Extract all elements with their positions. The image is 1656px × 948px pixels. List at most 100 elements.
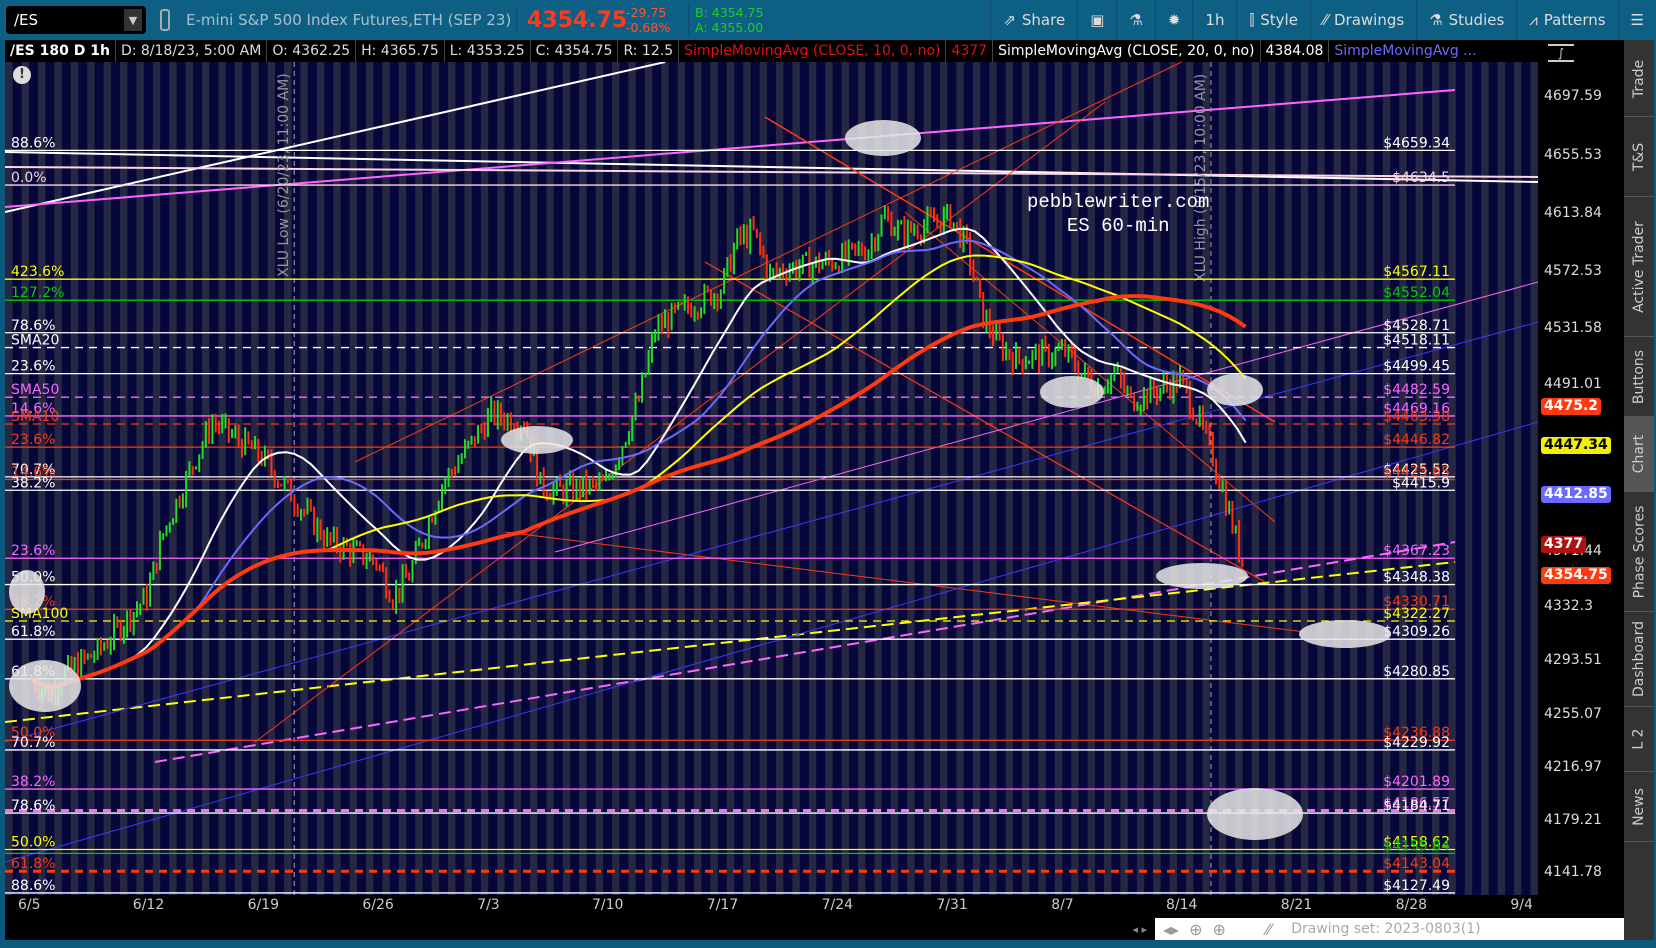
bid: B: 4354.75 [695, 5, 764, 20]
session-stripe [521, 62, 530, 895]
sma20-label[interactable]: SimpleMovingAvg (CLOSE, 20, 0, no) [993, 40, 1261, 62]
session-stripe [439, 62, 448, 895]
toolbar-button-studies[interactable]: ⚗ Studies [1416, 0, 1516, 40]
alert-icon: ▣ [1090, 11, 1105, 29]
zoom-icon[interactable]: ⊕︎ [1212, 920, 1225, 939]
side-tab-dashboard[interactable]: Dashboard [1624, 612, 1654, 707]
highlight-ellipse [1040, 376, 1104, 408]
side-tab-chart[interactable]: Chart [1624, 417, 1654, 492]
session-stripe [1275, 62, 1285, 895]
side-tab-label: Dashboard [1631, 621, 1647, 697]
price-change: -29.75 -0.68% [616, 5, 688, 35]
level-right-label: $4127.49 [1383, 878, 1450, 894]
side-tab-news[interactable]: News [1624, 772, 1654, 842]
price-chart[interactable]: XLU Low (6/20/23, 11:00 AM) XLU High (8/1… [5, 62, 1538, 895]
level-right-label: $4184.71 [1383, 798, 1450, 814]
highlight-ellipse [1207, 788, 1303, 840]
drawing-set[interactable]: Drawing set: 2023-0803(1) [1291, 921, 1480, 937]
side-tab-trade[interactable]: Trade [1624, 42, 1654, 117]
session-stripe [78, 62, 88, 895]
sma10-label[interactable]: SimpleMovingAvg (CLOSE, 10, 0, no) [679, 40, 947, 62]
price-tick: 4613.84 [1544, 204, 1602, 221]
level-left-label: 423.6% [11, 264, 64, 280]
toolbar-button-alert-icon[interactable]: ▣ [1077, 0, 1116, 40]
session-stripe [61, 62, 71, 895]
warning-icon[interactable]: ! [13, 66, 31, 84]
toolbar-button-drawings[interactable]: ⁄⁄ Drawings [1309, 0, 1416, 40]
session-stripe [1062, 62, 1072, 895]
highlight-ellipse [845, 120, 921, 156]
toolbar-button-menu-icon[interactable]: ☰ [1617, 0, 1656, 40]
session-stripe [176, 62, 186, 895]
session-stripe [1242, 62, 1252, 895]
toolbar-button-share[interactable]: ⇗ Share [990, 0, 1077, 40]
pan-icon[interactable]: ◂▸ [1163, 920, 1179, 939]
flask-icon: ⚗ [1429, 11, 1443, 29]
session-stripe [635, 62, 645, 895]
sma10-value: 4377 [946, 40, 994, 62]
side-tabs: Trade T&S Active Trader Buttons Chart Phase S… [1624, 40, 1654, 940]
date-label: 8/21 [1280, 897, 1313, 913]
session-stripe [1177, 62, 1186, 895]
instrument-description: E-mini S&P 500 Index Futures,ETH (SEP 23… [186, 11, 512, 29]
session-stripe [734, 62, 744, 895]
session-stripe [1308, 62, 1318, 895]
session-stripe [767, 62, 776, 895]
trendline [5, 89, 1456, 208]
side-tab-label: Chart [1631, 434, 1648, 474]
annotation-text: XLU High (8/15/23, 10:00 AM) [1193, 74, 1209, 282]
sma50-label[interactable]: SimpleMovingAvg ... [1329, 40, 1481, 62]
crosshair-icon[interactable]: ⊕ [1189, 920, 1202, 939]
highlight-ellipse [501, 426, 573, 454]
toolbar-button-label: 1h [1205, 11, 1225, 29]
gear-icon: ✹ [1167, 11, 1181, 29]
price-tick: 4293.51 [1544, 652, 1602, 669]
symbol-selector[interactable]: /ES ▼ [6, 6, 146, 34]
level-left-label: SMA50 [11, 382, 59, 398]
toolbar-button-patterns[interactable]: ⩘ Patterns [1516, 0, 1617, 40]
date-axis[interactable]: 6/5 6/12 6/19 6/26 7/3 7/10 7/17 7/24 7/31 8/7 8/1… [5, 895, 1538, 918]
bottom-bar: ◂ ▸ ◂▸ ⊕ ⊕︎ ⁄⁄ Drawing set: 2023-0803(1) [5, 918, 1624, 940]
horizontal-scrollbar[interactable]: ◂ ▸ [5, 918, 1155, 940]
session-stripe [373, 62, 383, 895]
menu-icon: ☰ [1630, 11, 1644, 29]
level-left-label: 38.2% [11, 475, 55, 491]
watermark: pebblewriter.com ES 60-min [1027, 190, 1209, 238]
toolbar-button-style[interactable]: ⫿ Style [1236, 0, 1310, 40]
axis-scale-icon[interactable]: ∫ [1548, 44, 1574, 62]
level-left-label: 23.6% [11, 543, 55, 559]
toolbar-button-flask-icon[interactable]: ⚗ [1116, 0, 1154, 40]
side-tab-buttons[interactable]: Buttons [1624, 337, 1654, 417]
session-stripe [996, 62, 1006, 895]
toolbar-button-1h[interactable]: 1h [1192, 0, 1236, 40]
session-stripe [898, 62, 908, 895]
trendline [5, 62, 666, 213]
price-tick: 4655.53 [1544, 146, 1602, 163]
date-label: 7/3 [477, 897, 500, 913]
session-stripe [127, 62, 137, 895]
side-tab-phase-scores[interactable]: Phase Scores [1624, 492, 1654, 612]
link-icon[interactable] [160, 9, 170, 31]
session-stripe [1505, 62, 1514, 895]
price-axis[interactable]: ∫ 4697.59 4655.53 4613.84 4572.53 4531.58 449… [1538, 40, 1624, 918]
side-tab-active-trader[interactable]: Active Trader [1624, 197, 1654, 337]
date-label: 7/17 [706, 897, 739, 913]
session-stripe [914, 62, 924, 895]
session-stripe [193, 62, 202, 895]
price-tick: 4491.01 [1544, 376, 1602, 393]
side-tab-t-s[interactable]: T&S [1624, 117, 1654, 197]
price-tick: 4179.21 [1544, 811, 1602, 828]
session-stripe [1095, 62, 1104, 895]
toolbar: /ES ▼ E-mini S&P 500 Index Futures,ETH (S… [0, 0, 1656, 40]
level-right-label: $4201.89 [1383, 774, 1450, 790]
session-stripe [1324, 62, 1334, 895]
level-left-label: SMA10 [11, 409, 59, 425]
chart-canvas[interactable]: XLU Low (6/20/23, 11:00 AM) XLU High (8/1… [5, 62, 1538, 895]
price-tick: 4332.3 [1544, 598, 1593, 614]
chevron-down-icon[interactable]: ▼ [124, 9, 142, 31]
toolbar-button-gear-icon[interactable]: ✹ [1154, 0, 1193, 40]
level-left-label: 88.6% [11, 878, 55, 894]
session-stripe [849, 62, 858, 895]
side-tab-l-2[interactable]: L 2 [1624, 707, 1654, 772]
drawing-icon[interactable]: ⁄⁄ [1266, 920, 1271, 939]
